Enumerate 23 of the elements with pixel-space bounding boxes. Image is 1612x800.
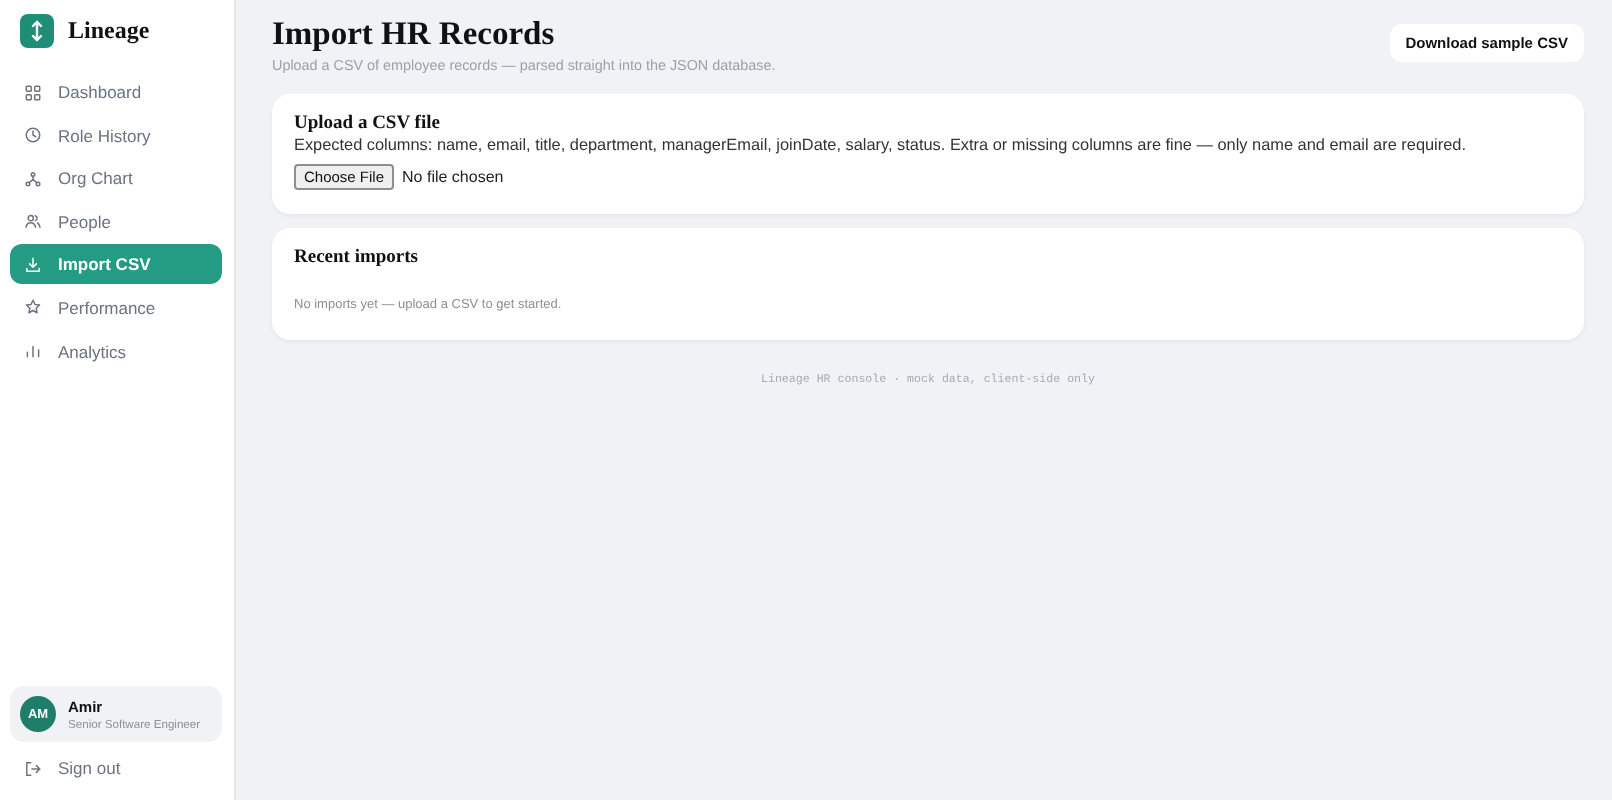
nav-item[interactable]: Org Chart <box>10 158 222 199</box>
sign-out-link[interactable]: Sign out <box>10 752 222 784</box>
nav-item[interactable]: Dashboard <box>10 72 222 112</box>
file-status: No file chosen <box>402 168 504 186</box>
card-title: Recent imports <box>294 248 420 268</box>
dashboard-grid-icon <box>24 83 42 101</box>
nav-item[interactable]: Role History <box>10 115 222 156</box>
star-icon <box>24 298 42 317</box>
nav-item[interactable]: People <box>10 201 222 242</box>
logo-icon <box>20 14 54 48</box>
nav-item[interactable]: Import CSV <box>10 244 222 285</box>
card-description: Expected columns: name, email, title, department, managerEmail, joinDate, salary, status. Extra or missing columns are fine — only name and email are required. <box>294 136 1468 154</box>
sign-out-icon <box>24 759 42 777</box>
page-title: Import HR Records <box>272 14 557 54</box>
card-title: Upload a CSV file <box>294 114 442 134</box>
clock-icon <box>24 126 42 145</box>
nav-item[interactable]: Analytics <box>10 331 222 372</box>
people-icon <box>24 212 42 231</box>
bar-chart-icon <box>24 342 42 361</box>
nav-item[interactable]: Performance <box>10 287 222 328</box>
org-chart-icon <box>24 169 42 188</box>
download-icon <box>24 255 42 274</box>
brand-name: Lineage <box>68 16 150 46</box>
